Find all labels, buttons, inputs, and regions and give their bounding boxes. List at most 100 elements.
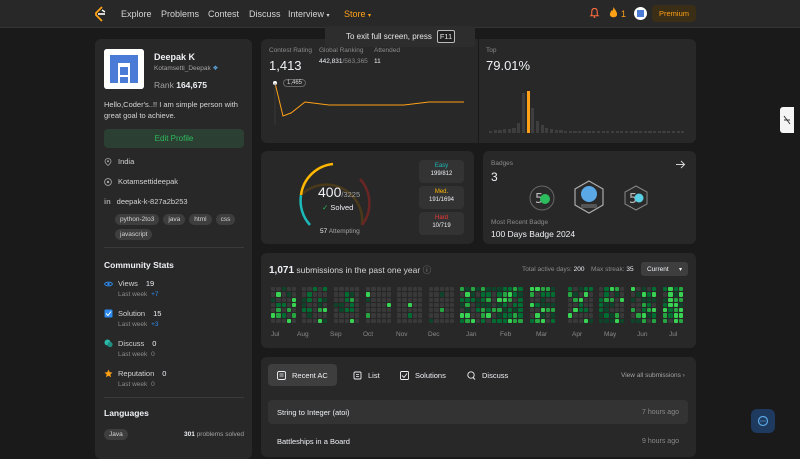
heatmap-cell[interactable] — [355, 302, 360, 308]
heatmap-cell[interactable] — [599, 297, 604, 302]
heatmap-cell[interactable] — [334, 297, 339, 302]
difficulty-easy[interactable]: Easy 199/812 — [419, 160, 464, 183]
heatmap-cell[interactable] — [344, 292, 349, 297]
heatmap-cell[interactable] — [673, 302, 678, 308]
heatmap-cell[interactable] — [381, 318, 387, 324]
heatmap-cell[interactable] — [583, 302, 589, 308]
heatmap-cell[interactable] — [518, 292, 523, 297]
heatmap-cell[interactable] — [583, 308, 589, 313]
heatmap-cell[interactable] — [434, 297, 439, 302]
heatmap-cell[interactable] — [460, 308, 465, 313]
heatmap-cell[interactable] — [497, 313, 502, 318]
heatmap-cell[interactable] — [439, 318, 444, 324]
heatmap-cell[interactable] — [460, 297, 465, 302]
heatmap-cell[interactable] — [652, 308, 657, 313]
heatmap-cell[interactable] — [631, 308, 636, 313]
heatmap-cell[interactable] — [589, 302, 594, 308]
heatmap-cell[interactable] — [518, 318, 523, 324]
heatmap-cell[interactable] — [307, 313, 312, 318]
heatmap-cell[interactable] — [568, 292, 573, 297]
heatmap-cell[interactable] — [286, 302, 292, 308]
nav-interview[interactable]: Interview ▾ — [288, 9, 330, 19]
heatmap-cell[interactable] — [376, 287, 381, 292]
heatmap-cell[interactable] — [276, 297, 281, 302]
heatmap-cell[interactable] — [381, 302, 387, 308]
heatmap-cell[interactable] — [568, 287, 573, 292]
heatmap-cell[interactable] — [583, 287, 589, 292]
heatmap-cell[interactable] — [397, 292, 402, 297]
heatmap-cell[interactable] — [465, 292, 470, 297]
heatmap-cell[interactable] — [492, 292, 497, 297]
heatmap-cell[interactable] — [620, 318, 625, 324]
heatmap-cell[interactable] — [371, 302, 376, 308]
heatmap-cell[interactable] — [397, 287, 402, 292]
heatmap-cell[interactable] — [583, 313, 589, 318]
heatmap-cell[interactable] — [470, 287, 475, 292]
heatmap-cell[interactable] — [668, 308, 673, 313]
heatmap-cell[interactable] — [551, 302, 556, 308]
heatmap-cell[interactable] — [429, 302, 434, 308]
heatmap-cell[interactable] — [492, 287, 497, 292]
heatmap-cell[interactable] — [646, 313, 652, 318]
heatmap-cell[interactable] — [450, 287, 455, 292]
heatmap-cell[interactable] — [397, 297, 402, 302]
side-panel-handle[interactable] — [780, 107, 794, 133]
heatmap-cell[interactable] — [307, 292, 312, 297]
heatmap-cell[interactable] — [545, 297, 551, 302]
heatmap-cell[interactable] — [535, 287, 540, 292]
heatmap-cell[interactable] — [599, 292, 604, 297]
heatmap-cell[interactable] — [387, 308, 392, 313]
heatmap-cell[interactable] — [518, 308, 523, 313]
heatmap-cell[interactable] — [507, 308, 513, 313]
heatmap-cell[interactable] — [339, 297, 344, 302]
heatmap-cell[interactable] — [402, 308, 407, 313]
nav-contest[interactable]: Contest — [208, 9, 239, 19]
heatmap-cell[interactable] — [281, 287, 286, 292]
heatmap-cell[interactable] — [614, 297, 620, 302]
heatmap-cell[interactable] — [507, 302, 513, 308]
heatmap-cell[interactable] — [568, 308, 573, 313]
heatmap-cell[interactable] — [439, 308, 444, 313]
heatmap-cell[interactable] — [620, 297, 625, 302]
heatmap-cell[interactable] — [387, 292, 392, 297]
heatmap-cell[interactable] — [376, 292, 381, 297]
heatmap-cell[interactable] — [371, 308, 376, 313]
list-item[interactable]: String to Integer (atoi) 7 hours ago — [268, 400, 688, 424]
heatmap-cell[interactable] — [614, 287, 620, 292]
heatmap-cell[interactable] — [381, 292, 387, 297]
heatmap-cell[interactable] — [292, 302, 297, 308]
heatmap-cell[interactable] — [317, 313, 323, 318]
heatmap-cell[interactable] — [609, 292, 614, 297]
heatmap-cell[interactable] — [481, 302, 486, 308]
heatmap-cell[interactable] — [673, 313, 678, 318]
nav-discuss[interactable]: Discuss — [249, 9, 281, 19]
heatmap-cell[interactable] — [604, 287, 609, 292]
heatmap-cell[interactable] — [344, 297, 349, 302]
heatmap-cell[interactable] — [387, 318, 392, 324]
tab-solutions[interactable]: Solutions — [391, 364, 455, 386]
heatmap-cell[interactable] — [673, 318, 678, 324]
heatmap-cell[interactable] — [599, 302, 604, 308]
heatmap-cell[interactable] — [545, 318, 551, 324]
heatmap-cell[interactable] — [312, 302, 317, 308]
heatmap-cell[interactable] — [551, 297, 556, 302]
heatmap-cell[interactable] — [339, 313, 344, 318]
skill-tag[interactable]: css — [215, 214, 236, 225]
heatmap-cell[interactable] — [604, 297, 609, 302]
heatmap-cell[interactable] — [502, 313, 507, 318]
heatmap-cell[interactable] — [323, 318, 328, 324]
heatmap-cell[interactable] — [604, 318, 609, 324]
heatmap-cell[interactable] — [646, 302, 652, 308]
heatmap-cell[interactable] — [429, 297, 434, 302]
heatmap-cell[interactable] — [530, 297, 535, 302]
heatmap-cell[interactable] — [631, 297, 636, 302]
heatmap-cell[interactable] — [631, 292, 636, 297]
heatmap-cell[interactable] — [678, 302, 684, 308]
heatmap-cell[interactable] — [276, 292, 281, 297]
fire-icon[interactable] — [609, 7, 618, 19]
heatmap-cell[interactable] — [535, 297, 540, 302]
heatmap-cell[interactable] — [663, 297, 668, 302]
heatmap-cell[interactable] — [609, 302, 614, 308]
heatmap-cell[interactable] — [276, 308, 281, 313]
heatmap-cell[interactable] — [439, 297, 444, 302]
